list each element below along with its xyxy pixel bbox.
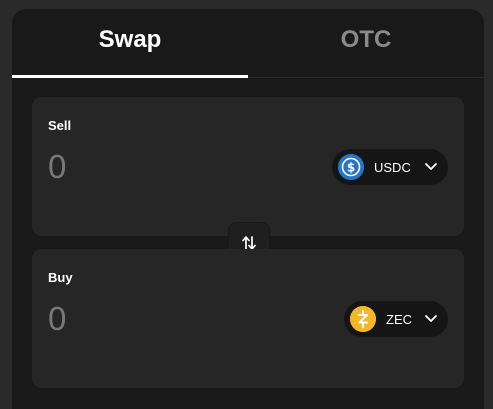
tab-otc[interactable]: OTC [248,9,484,75]
sell-token-symbol: USDC [374,159,411,175]
tab-swap[interactable]: Swap [12,9,248,78]
buy-card: Buy ZEC [32,249,464,388]
buy-token-selector[interactable]: ZEC [344,301,448,337]
chevron-down-icon [425,315,437,322]
usdc-icon: $ [338,154,364,180]
tab-bar: Swap OTC [12,9,484,78]
sell-token-selector[interactable]: $ USDC [332,149,448,185]
buy-amount-input[interactable] [46,297,290,341]
sell-amount-input[interactable] [46,145,290,189]
buy-token-symbol: ZEC [386,311,412,327]
svg-text:$: $ [347,161,355,175]
sell-card: Sell $ USDC [32,97,464,236]
zec-icon [350,306,376,332]
swap-panel: Swap OTC Sell $ USDC Buy [12,9,484,409]
sell-label: Sell [48,118,72,133]
chevron-down-icon [425,163,437,170]
buy-label: Buy [48,270,73,285]
